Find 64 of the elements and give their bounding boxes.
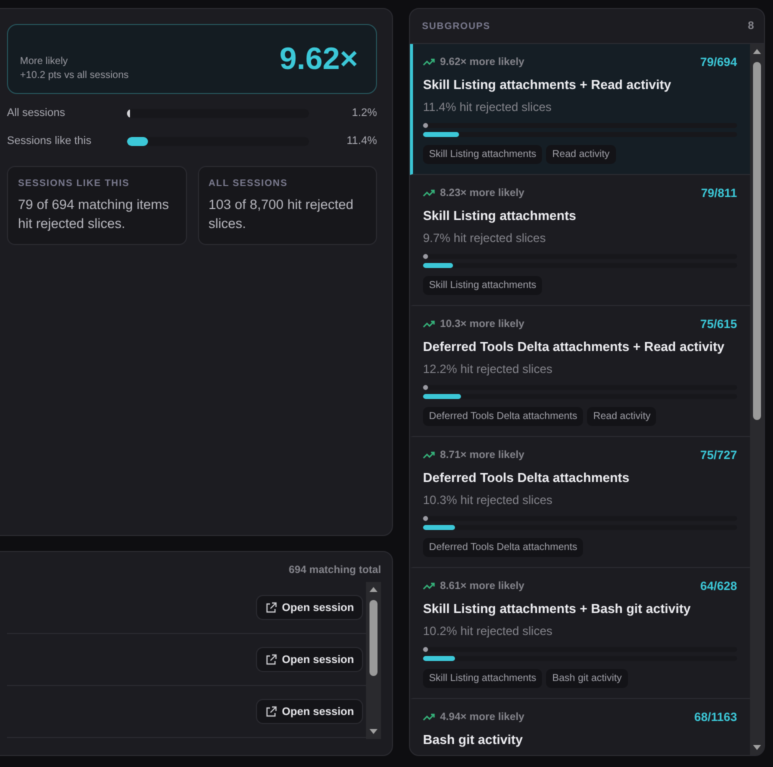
matching-total: 694 matching total [288,564,381,576]
subgroup-rate: 10.2% hit rejected slices [423,624,554,638]
subgroup-rate: 12.2% hit rejected slices [423,362,554,376]
external-link-icon [264,654,277,666]
subgroup-ratio: 75/615 [700,317,737,331]
stat-card-text: 79 of 694 matching items hit rejected slices. [18,196,170,233]
lift-label: 8.71× more likely [440,449,524,461]
subgroup-tag: Read activity [546,145,616,164]
trending-up-icon [423,713,435,721]
trending-up-icon [423,582,435,590]
subgroup-title: Skill Listing attachments + Bash git activity [423,601,692,616]
subgroup-ratio: 75/727 [700,448,737,462]
subgroup-title: Deferred Tools Delta attachments [423,470,630,485]
subgroup-ratio: 79/811 [700,186,737,200]
subgroup-rate: 10.3% hit rejected slices [423,493,554,507]
subgroup-tag: Skill Listing attachments [423,669,542,688]
subgroup-tag: Bash git activity [546,669,628,688]
subgroup-title: Deferred Tools Delta attachments + Read activity [423,339,726,354]
stat-card-title: SESSIONS LIKE THIS [18,178,131,189]
trending-up-icon [423,58,435,66]
subgroup-item[interactable]: 8.71× more likely 75/727 Deferred Tools Delta attachments 10.3% hit rejected slices Deferred Tools Delta attachments [410,437,750,568]
subgroup-tag: Deferred Tools Delta attachments [423,538,584,557]
subgroup-ratio: 64/628 [700,579,737,593]
likelihood-delta: +10.2 pts vs all sessions [20,70,129,80]
subgroup-tag: Read activity [587,407,656,426]
lift-label: 8.23× more likely [440,187,524,199]
stat-card-text: 103 of 8,700 hit rejected slices. [208,196,354,233]
subgroup-item[interactable]: 10.3× more likely 75/615 Deferred Tools Delta attachments + Read activity 12.2% hit rejected slices Deferred Tools Delta attachments Read activity [410,306,750,437]
stat-card-title: ALL SESSIONS [208,178,289,189]
open-session-button[interactable]: Open session [256,595,363,620]
subgroups-title: SUBGROUPS [422,20,490,32]
scrollbar[interactable] [366,582,381,739]
comparison-label: All sessions [7,107,66,119]
subgroup-tag: Skill Listing attachments [423,145,542,164]
subgroup-item[interactable]: 9.62× more likely 79/694 Skill Listing attachments + Read activity 11.4% hit rejected slices Skill Listing attachments Read activity [410,44,750,175]
likelihood-ratio: 9.62× [280,41,358,77]
comparison-reading: 1.2% [350,107,377,119]
open-session-button[interactable]: Open session [256,647,363,672]
subgroup-tag: Deferred Tools Delta attachments [423,407,584,426]
comparison-label: Sessions like this [7,135,92,147]
subgroup-rate: 9.7% hit rejected slices [423,231,547,245]
lift-label: 8.61× more likely [440,580,524,592]
subgroups-count: 8 [748,20,754,32]
external-link-icon [264,706,277,718]
trending-up-icon [423,320,435,328]
subgroup-tag: Skill Listing attachments [423,276,542,295]
comparison-reading: 11.4% [346,135,377,147]
trending-up-icon [423,189,435,197]
subgroup-title: Bash git activity [423,732,524,747]
lift-label: 4.94× more likely [440,711,524,723]
trending-up-icon [423,451,435,459]
scrollbar[interactable] [750,44,764,755]
lift-label: 10.3× more likely [440,318,524,330]
subgroup-rate: 11.4% hit rejected slices [423,100,553,114]
subgroup-ratio: 79/694 [700,55,737,69]
likelihood-label: More likely [20,56,69,66]
open-session-button[interactable]: Open session [256,699,363,724]
subgroup-item[interactable]: 8.61× more likely 64/628 Skill Listing attachments + Bash git activity 10.2% hit rejected slices Skill Listing attachments Bash git activity [410,568,750,699]
external-link-icon [264,602,277,614]
subgroup-title: Skill Listing attachments [423,208,578,223]
subgroup-ratio: 68/1163 [694,710,737,724]
subgroup-item[interactable]: 8.23× more likely 79/811 Skill Listing attachments 9.7% hit rejected slices Skill Listing attachments [410,175,750,306]
lift-label: 9.62× more likely [440,56,524,68]
subgroup-title: Skill Listing attachments + Read activity [423,77,672,92]
